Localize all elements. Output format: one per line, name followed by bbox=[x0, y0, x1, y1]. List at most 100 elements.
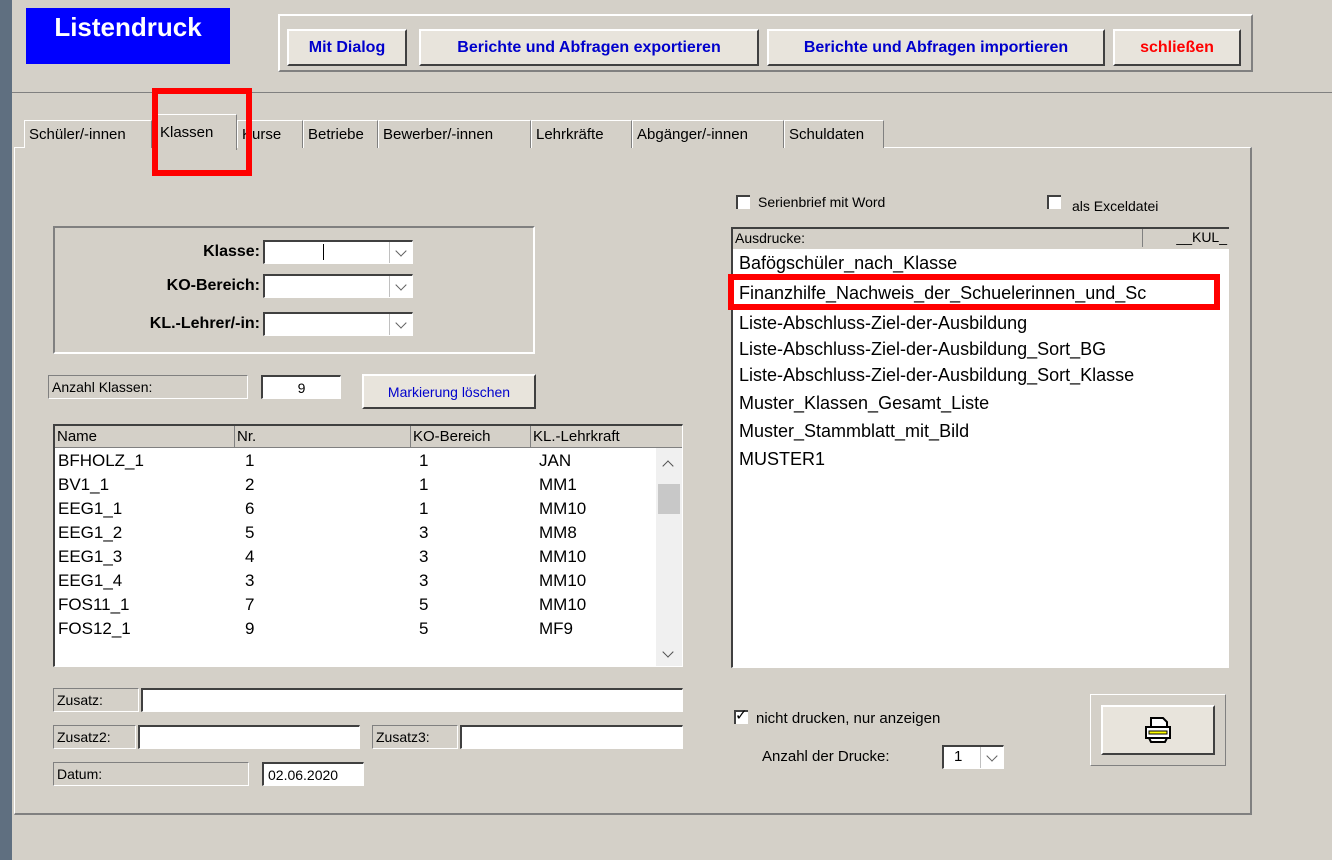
cell-lehrkraft: JAN bbox=[539, 451, 572, 470]
class-list[interactable]: Name Nr. KO-Bereich KL.-Lehrkraft BFHOLZ… bbox=[53, 424, 683, 667]
copies-value: 1 bbox=[954, 748, 963, 765]
anzahl-klassen-label: Anzahl Klassen: bbox=[48, 375, 248, 399]
zusatz2-input[interactable] bbox=[138, 725, 360, 749]
list-item[interactable]: Muster_Stammblatt_mit_Bild bbox=[739, 421, 969, 442]
excel-checkbox[interactable] bbox=[1047, 195, 1061, 209]
chevron-down-icon[interactable] bbox=[389, 314, 412, 335]
cell-ko: 1 bbox=[419, 475, 429, 494]
chevron-down-icon[interactable] bbox=[389, 242, 412, 263]
serienbrief-checkbox[interactable] bbox=[736, 195, 750, 209]
datum-input[interactable]: 02.06.2020 bbox=[262, 762, 364, 786]
tab-bewerber[interactable]: Bewerber/-innen bbox=[378, 120, 531, 148]
list-item[interactable]: Muster_Klassen_Gesamt_Liste bbox=[739, 393, 989, 414]
cell-name: EEG1_2 bbox=[58, 523, 123, 542]
mit-dialog-button[interactable]: Mit Dialog bbox=[287, 29, 407, 66]
copies-combo[interactable]: 1 bbox=[942, 745, 1004, 769]
scroll-down-icon[interactable] bbox=[662, 646, 674, 658]
print-button-frame bbox=[1090, 694, 1226, 766]
list-item[interactable]: Finanzhilfe_Nachweis_der_Schuelerinnen_u… bbox=[739, 283, 1146, 304]
table-row[interactable]: BV1_1 2 1 MM1 bbox=[55, 474, 655, 498]
cell-nr: 1 bbox=[245, 451, 255, 470]
anzahl-klassen-value: 9 bbox=[261, 375, 341, 399]
cell-ko: 5 bbox=[419, 595, 429, 614]
cell-name: EEG1_1 bbox=[58, 499, 123, 518]
cell-name: BV1_1 bbox=[58, 475, 110, 494]
checkmark-icon: ✓ bbox=[735, 707, 748, 724]
cell-lehrkraft: MM1 bbox=[539, 475, 577, 494]
table-row[interactable]: BFHOLZ_1 1 1 JAN bbox=[55, 450, 655, 474]
cell-lehrkraft: MF9 bbox=[539, 619, 573, 638]
table-row[interactable]: FOS11_1 7 5 MM10 bbox=[55, 594, 655, 618]
list-item[interactable]: Liste-Abschluss-Ziel-der-Ausbildung_Sort… bbox=[739, 339, 1106, 360]
copies-label: Anzahl der Drucke: bbox=[762, 748, 890, 765]
clear-selection-button[interactable]: Markierung löschen bbox=[362, 374, 536, 409]
cell-name: EEG1_3 bbox=[58, 547, 123, 566]
cell-nr: 2 bbox=[245, 475, 255, 494]
cell-ko: 5 bbox=[419, 619, 429, 638]
zusatz2-label: Zusatz2: bbox=[53, 725, 136, 749]
table-row[interactable]: EEG1_4 3 3 MM10 bbox=[55, 570, 655, 594]
column-header-name[interactable]: Name bbox=[55, 426, 235, 448]
cell-name: FOS11_1 bbox=[58, 595, 130, 614]
list-scrollbar[interactable] bbox=[656, 448, 682, 666]
cell-nr: 6 bbox=[245, 499, 255, 518]
reports-header: Ausdrucke: __KUL_ bbox=[731, 227, 1229, 249]
cell-lehrkraft: MM10 bbox=[539, 547, 587, 566]
list-item[interactable]: Liste-Abschluss-Ziel-der-Ausbildung_Sort… bbox=[739, 365, 1134, 386]
tab-schuldaten[interactable]: Schuldaten bbox=[784, 120, 884, 148]
column-header-nr[interactable]: Nr. bbox=[235, 426, 411, 448]
text-cursor bbox=[323, 244, 324, 260]
cell-nr: 9 bbox=[245, 619, 255, 638]
reports-list[interactable]: Bafögschüler_nach_Klasse Finanzhilfe_Nac… bbox=[731, 249, 1229, 668]
tab-lehrkraefte[interactable]: Lehrkräfte bbox=[531, 120, 632, 148]
datum-label: Datum: bbox=[53, 762, 249, 786]
left-window-edge bbox=[0, 0, 12, 860]
tab-abgaenger[interactable]: Abgänger/-innen bbox=[632, 120, 784, 148]
cell-ko: 3 bbox=[419, 571, 429, 590]
zusatz-label: Zusatz: bbox=[53, 688, 139, 712]
table-row[interactable]: FOS12_1 9 5 MF9 bbox=[55, 618, 655, 642]
scroll-thumb[interactable] bbox=[658, 484, 680, 514]
tab-klassen[interactable]: Klassen bbox=[155, 114, 237, 150]
cell-lehrkraft: MM10 bbox=[539, 571, 587, 590]
printer-icon bbox=[1145, 717, 1171, 743]
cell-nr: 5 bbox=[245, 523, 255, 542]
zusatz3-input[interactable] bbox=[460, 725, 683, 749]
reports-header-kul: __KUL_ bbox=[1142, 229, 1227, 247]
cell-name: FOS12_1 bbox=[58, 619, 131, 638]
list-item[interactable]: MUSTER1 bbox=[739, 449, 825, 470]
cell-ko: 1 bbox=[419, 499, 429, 518]
cell-lehrkraft: MM10 bbox=[539, 499, 587, 518]
list-item[interactable]: Bafögschüler_nach_Klasse bbox=[739, 253, 957, 274]
column-header-lehrkraft[interactable]: KL.-Lehrkraft bbox=[531, 426, 682, 448]
list-item[interactable]: Liste-Abschluss-Ziel-der-Ausbildung bbox=[739, 313, 1027, 334]
nicht-drucken-label: nicht drucken, nur anzeigen bbox=[756, 710, 941, 727]
tab-schueler[interactable]: Schüler/-innen bbox=[24, 120, 152, 148]
ko-bereich-combo[interactable] bbox=[263, 274, 413, 298]
tab-kurse[interactable]: Kurse bbox=[237, 120, 303, 148]
klasse-combo[interactable] bbox=[263, 240, 413, 264]
excel-label: als Exceldatei bbox=[1072, 198, 1159, 214]
import-reports-button[interactable]: Berichte und Abfragen importieren bbox=[767, 29, 1105, 66]
print-button[interactable] bbox=[1101, 705, 1215, 755]
table-row[interactable]: EEG1_3 4 3 MM10 bbox=[55, 546, 655, 570]
tab-betriebe[interactable]: Betriebe bbox=[303, 120, 378, 148]
klasse-label: Klasse: bbox=[203, 243, 260, 260]
kl-lehrer-label: KL.-Lehrer/-in: bbox=[149, 315, 260, 332]
nicht-drucken-checkbox[interactable]: ✓ bbox=[734, 707, 748, 724]
export-reports-button[interactable]: Berichte und Abfragen exportieren bbox=[419, 29, 759, 66]
cell-nr: 7 bbox=[245, 595, 255, 614]
table-row[interactable]: EEG1_2 5 3 MM8 bbox=[55, 522, 655, 546]
scroll-up-icon[interactable] bbox=[662, 460, 674, 472]
kl-lehrer-combo[interactable] bbox=[263, 312, 413, 336]
zusatz-input[interactable] bbox=[141, 688, 683, 712]
column-header-ko-bereich[interactable]: KO-Bereich bbox=[411, 426, 531, 448]
close-button[interactable]: schließen bbox=[1113, 29, 1241, 66]
table-row[interactable]: EEG1_1 6 1 MM10 bbox=[55, 498, 655, 522]
cell-lehrkraft: MM8 bbox=[539, 523, 577, 542]
cell-ko: 3 bbox=[419, 547, 429, 566]
chevron-down-icon[interactable] bbox=[980, 747, 1003, 768]
cell-name: BFHOLZ_1 bbox=[58, 451, 144, 470]
cell-name: EEG1_4 bbox=[58, 571, 123, 590]
chevron-down-icon[interactable] bbox=[389, 276, 412, 297]
